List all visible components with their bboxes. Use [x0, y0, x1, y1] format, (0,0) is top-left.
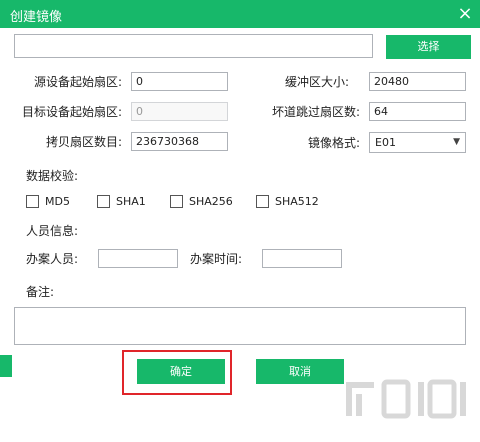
sha512-label: SHA512	[275, 195, 319, 208]
cancel-button[interactable]: 取消	[256, 359, 344, 384]
site-watermark	[338, 378, 478, 440]
chevron-down-icon: ▼	[453, 137, 460, 147]
bad-skip-input[interactable]	[369, 102, 466, 121]
sha1-checkbox[interactable]	[97, 195, 110, 208]
md5-checkbox[interactable]	[26, 195, 39, 208]
md5-label: MD5	[45, 195, 70, 208]
remark-label: 备注:	[26, 285, 55, 299]
title-bar: 创建镜像 ×	[0, 0, 480, 28]
select-path-button[interactable]: 选择	[386, 35, 471, 59]
image-format-select[interactable]: E01 ▼	[369, 132, 466, 153]
left-edge-accent	[0, 355, 12, 377]
image-format-label: 镜像格式:	[308, 136, 361, 150]
sha256-label: SHA256	[189, 195, 233, 208]
close-icon[interactable]: ×	[450, 0, 480, 28]
handler-input[interactable]	[98, 249, 178, 268]
remark-textarea[interactable]	[14, 307, 466, 345]
sha256-checkbox[interactable]	[170, 195, 183, 208]
handler-label: 办案人员:	[26, 252, 79, 266]
highlight-box	[122, 350, 232, 395]
buffer-size-label: 缓冲区大小:	[285, 75, 350, 89]
personnel-section-label: 人员信息:	[26, 224, 79, 238]
copy-count-input[interactable]	[131, 132, 228, 151]
window-title: 创建镜像	[10, 10, 63, 25]
handle-time-input[interactable]	[262, 249, 342, 268]
target-start-input[interactable]	[131, 102, 228, 121]
sha1-label: SHA1	[116, 195, 146, 208]
verify-section-label: 数据校验:	[26, 169, 79, 183]
target-start-label: 目标设备起始扇区:	[22, 105, 123, 119]
source-start-label: 源设备起始扇区:	[34, 75, 123, 89]
buffer-size-input[interactable]	[369, 72, 466, 91]
source-start-input[interactable]	[131, 72, 228, 91]
image-path-input[interactable]	[14, 34, 373, 58]
sha512-checkbox[interactable]	[256, 195, 269, 208]
copy-count-label: 拷贝扇区数目:	[46, 135, 123, 149]
image-format-value: E01	[375, 136, 396, 149]
watermark-logo	[346, 379, 466, 419]
bad-skip-label: 坏道跳过扇区数:	[272, 105, 361, 119]
handle-time-label: 办案时间:	[190, 252, 243, 266]
